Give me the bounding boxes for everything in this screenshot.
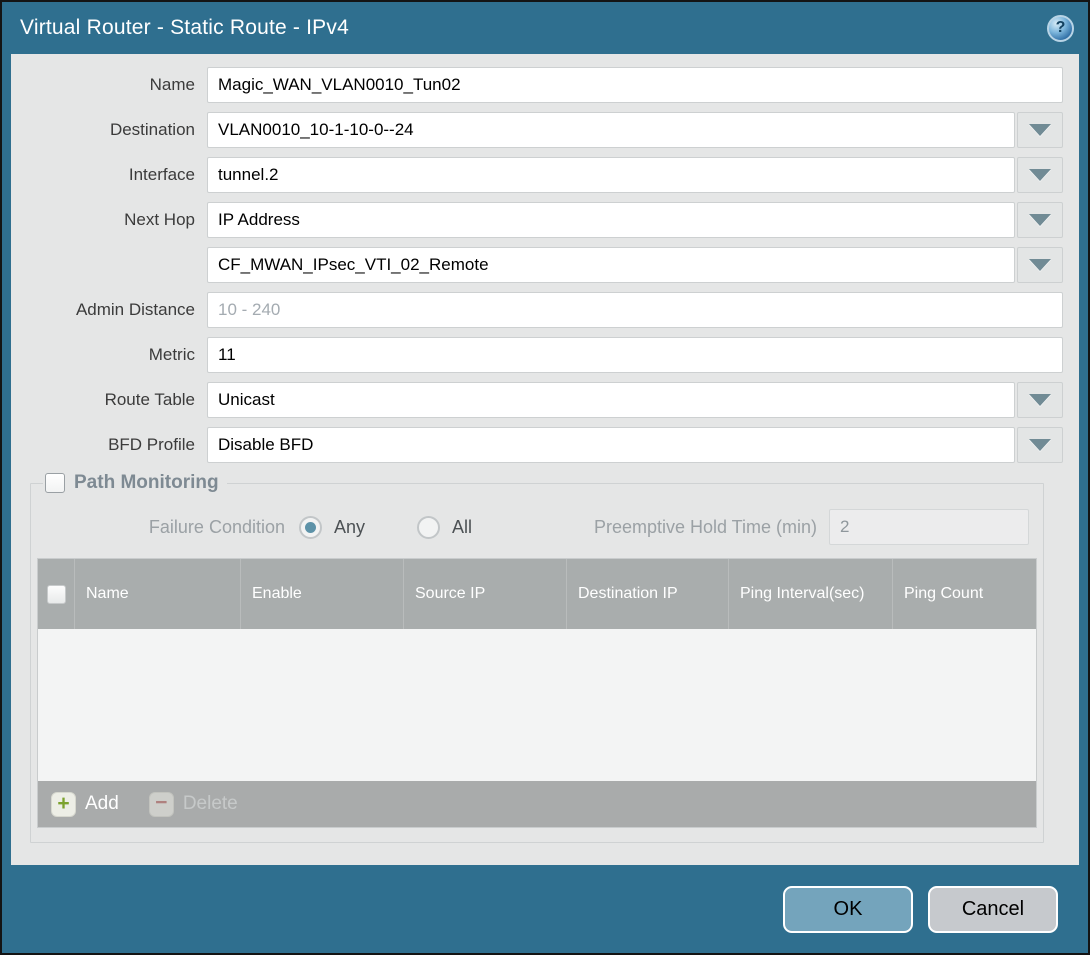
delete-button-label: Delete [183, 793, 238, 815]
plus-icon: + [51, 792, 76, 817]
form-row-next-hop-address [11, 247, 1063, 283]
column-header-ping-count[interactable]: Ping Count [892, 559, 1036, 629]
name-label: Name [11, 75, 207, 95]
interface-input[interactable] [207, 157, 1015, 193]
ok-button[interactable]: OK [783, 886, 913, 933]
chevron-down-icon [1029, 394, 1051, 406]
add-button-label: Add [85, 793, 119, 815]
chevron-down-icon [1029, 169, 1051, 181]
bfd-profile-dropdown-button[interactable] [1017, 427, 1063, 463]
radio-all-label: All [452, 517, 472, 538]
path-monitoring-section: Path Monitoring Failure Condition Any Al… [30, 472, 1044, 843]
failure-condition-row: Failure Condition Any All Preemptive Hol… [37, 508, 1037, 546]
route-table-input[interactable] [207, 382, 1015, 418]
next-hop-address-input[interactable] [207, 247, 1015, 283]
name-input[interactable] [207, 67, 1063, 103]
radio-any-icon[interactable] [299, 516, 322, 539]
route-table-dropdown-button[interactable] [1017, 382, 1063, 418]
preemptive-hold-time-label: Preemptive Hold Time (min) [594, 517, 829, 538]
destination-input[interactable] [207, 112, 1015, 148]
column-header-ping-interval[interactable]: Ping Interval(sec) [728, 559, 892, 629]
minus-icon: − [149, 792, 174, 817]
route-table-label: Route Table [11, 390, 207, 410]
select-all-checkbox[interactable] [47, 585, 66, 604]
dialog-body: Name Destination Interface [11, 54, 1079, 865]
admin-distance-label: Admin Distance [11, 300, 207, 320]
table-select-all-cell [38, 559, 74, 629]
radio-all-icon[interactable] [417, 516, 440, 539]
help-glyph: ? [1056, 19, 1066, 37]
table-header-row: Name Enable Source IP Destination IP Pin… [38, 559, 1036, 629]
chevron-down-icon [1029, 124, 1051, 136]
delete-button[interactable]: − Delete [149, 792, 238, 817]
add-button[interactable]: + Add [51, 792, 119, 817]
next-hop-address-dropdown-button[interactable] [1017, 247, 1063, 283]
interface-label: Interface [11, 165, 207, 185]
form-row-route-table: Route Table [11, 382, 1063, 418]
metric-label: Metric [11, 345, 207, 365]
form-row-bfd-profile: BFD Profile [11, 427, 1063, 463]
static-route-dialog: Virtual Router - Static Route - IPv4 ? N… [0, 0, 1090, 955]
column-header-enable[interactable]: Enable [240, 559, 403, 629]
destination-dropdown-button[interactable] [1017, 112, 1063, 148]
admin-distance-input[interactable] [207, 292, 1063, 328]
column-header-source-ip[interactable]: Source IP [403, 559, 566, 629]
bfd-profile-input[interactable] [207, 427, 1015, 463]
column-header-destination-ip[interactable]: Destination IP [566, 559, 728, 629]
radio-any-label: Any [334, 517, 365, 538]
path-monitoring-legend: Path Monitoring [43, 472, 227, 494]
form-row-destination: Destination [11, 112, 1063, 148]
table-body-empty [38, 629, 1036, 781]
path-monitoring-checkbox[interactable] [45, 473, 65, 493]
path-monitoring-title: Path Monitoring [74, 472, 219, 494]
failure-condition-option-all[interactable]: All [417, 516, 472, 539]
next-hop-label: Next Hop [11, 210, 207, 230]
dialog-footer: OK Cancel [2, 865, 1088, 953]
cancel-button[interactable]: Cancel [928, 886, 1058, 933]
next-hop-type-input[interactable] [207, 202, 1015, 238]
form-row-admin-distance: Admin Distance [11, 292, 1063, 328]
table-toolbar: + Add − Delete [38, 781, 1036, 827]
chevron-down-icon [1029, 439, 1051, 451]
failure-condition-option-any[interactable]: Any [299, 516, 365, 539]
failure-condition-label: Failure Condition [37, 517, 299, 538]
form-row-name: Name [11, 67, 1063, 103]
bfd-profile-label: BFD Profile [11, 435, 207, 455]
dialog-title: Virtual Router - Static Route - IPv4 [20, 16, 349, 40]
chevron-down-icon [1029, 259, 1051, 271]
column-header-name[interactable]: Name [74, 559, 240, 629]
help-icon[interactable]: ? [1047, 15, 1074, 42]
form-row-interface: Interface [11, 157, 1063, 193]
chevron-down-icon [1029, 214, 1051, 226]
titlebar: Virtual Router - Static Route - IPv4 ? [2, 2, 1088, 54]
path-monitoring-table: Name Enable Source IP Destination IP Pin… [37, 558, 1037, 828]
form-row-next-hop: Next Hop [11, 202, 1063, 238]
metric-input[interactable] [207, 337, 1063, 373]
destination-label: Destination [11, 120, 207, 140]
preemptive-hold-time-input[interactable] [829, 509, 1029, 545]
next-hop-type-dropdown-button[interactable] [1017, 202, 1063, 238]
interface-dropdown-button[interactable] [1017, 157, 1063, 193]
form-row-metric: Metric [11, 337, 1063, 373]
